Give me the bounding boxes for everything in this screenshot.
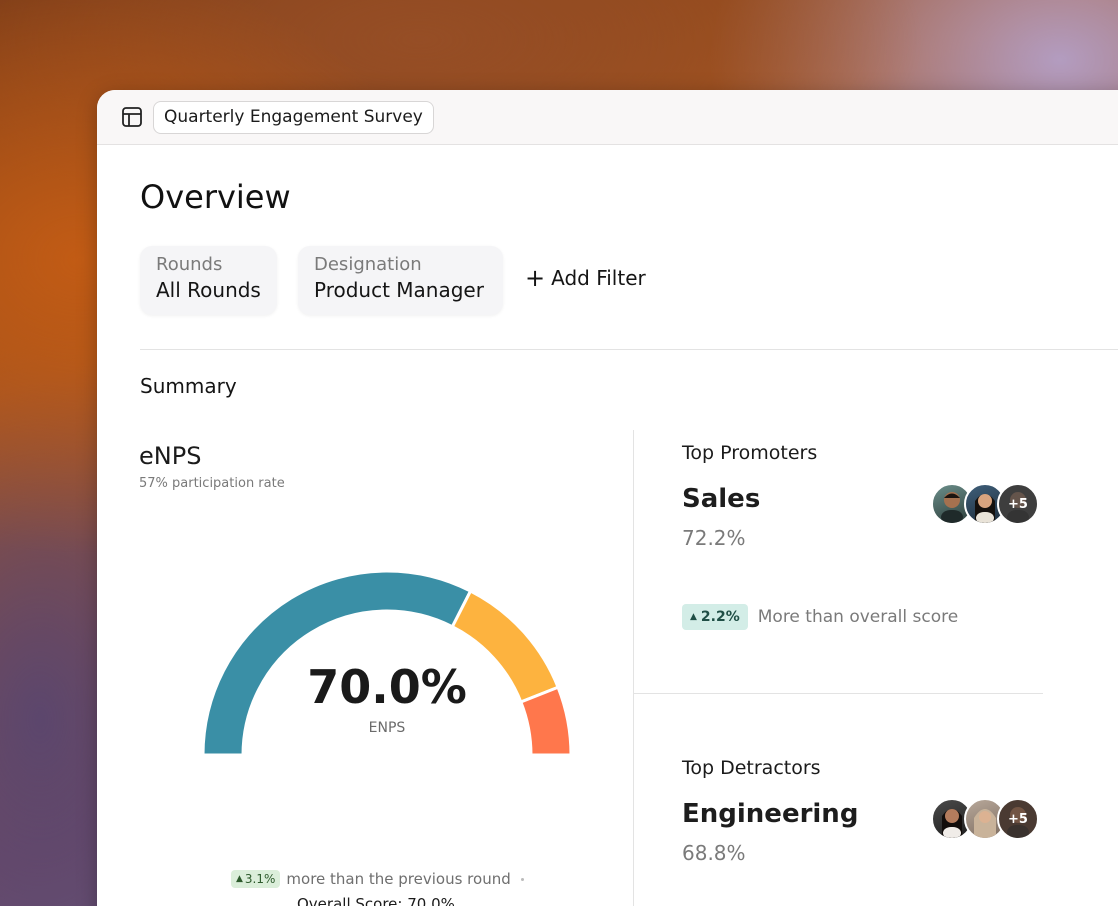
top-promoters-delta-text: More than overall score xyxy=(757,607,959,627)
add-filter-label: Add Filter xyxy=(551,266,646,290)
layout-panel-icon[interactable] xyxy=(121,106,143,128)
top-detractors-title: Top Detractors xyxy=(682,757,821,779)
top-promoters-comparison: ▲ 2.2% More than overall score xyxy=(682,604,958,630)
survey-window: Quarterly Engagement Survey Overview Rou… xyxy=(97,90,1118,906)
separator-dot xyxy=(520,877,524,881)
enps-delta-value: 3.1% xyxy=(244,872,276,886)
enps-delta-badge: ▲ 3.1% xyxy=(231,870,281,888)
filter-designation-value: Product Manager xyxy=(314,278,484,302)
top-promoters-delta-value: 2.2% xyxy=(700,609,740,625)
page-title: Overview xyxy=(140,178,291,216)
up-triangle-icon: ▲ xyxy=(690,612,697,622)
top-detractors-avatars[interactable]: +5 xyxy=(931,798,1039,840)
avatar-more: +5 xyxy=(997,798,1039,840)
top-detractors-score: 68.8% xyxy=(682,841,746,865)
survey-tab[interactable]: Quarterly Engagement Survey xyxy=(153,100,434,134)
top-detractors-department: Engineering xyxy=(682,799,859,829)
filter-rounds-label: Rounds xyxy=(156,254,223,275)
add-filter-button[interactable]: + Add Filter xyxy=(525,266,646,290)
filter-designation[interactable]: Designation Product Manager xyxy=(298,246,503,315)
enps-participation: 57% participation rate xyxy=(139,476,285,491)
top-promoters-department: Sales xyxy=(682,484,761,514)
panel-divider-horizontal xyxy=(633,693,1043,694)
summary-title: Summary xyxy=(140,374,237,398)
enps-title: eNPS xyxy=(139,442,202,470)
filter-designation-label: Designation xyxy=(314,254,422,275)
avatar-more: +5 xyxy=(997,483,1039,525)
enps-value: 70.0% xyxy=(307,660,467,714)
top-promoters-score: 72.2% xyxy=(682,526,746,550)
enps-compare: ▲ 3.1% more than the previous round xyxy=(231,870,524,888)
avatar-more-count: +5 xyxy=(1008,811,1028,827)
filter-rounds-value: All Rounds xyxy=(156,278,261,302)
plus-icon: + xyxy=(525,264,546,292)
up-triangle-icon: ▲ xyxy=(236,874,243,884)
top-promoters-avatars[interactable]: +5 xyxy=(931,483,1039,525)
enps-label: ENPS xyxy=(368,720,406,736)
enps-compare-text: more than the previous round xyxy=(286,870,511,888)
window-titlebar: Quarterly Engagement Survey xyxy=(97,90,1118,145)
top-promoters-delta-badge: ▲ 2.2% xyxy=(682,604,748,630)
panel-divider-vertical xyxy=(633,430,634,906)
enps-overall-score: Overall Score: 70.0% xyxy=(297,895,455,906)
gauge-segment-2 xyxy=(518,685,573,757)
section-divider xyxy=(140,349,1118,350)
avatar-more-count: +5 xyxy=(1008,496,1028,512)
top-promoters-title: Top Promoters xyxy=(682,442,818,464)
filter-rounds[interactable]: Rounds All Rounds xyxy=(140,246,277,315)
